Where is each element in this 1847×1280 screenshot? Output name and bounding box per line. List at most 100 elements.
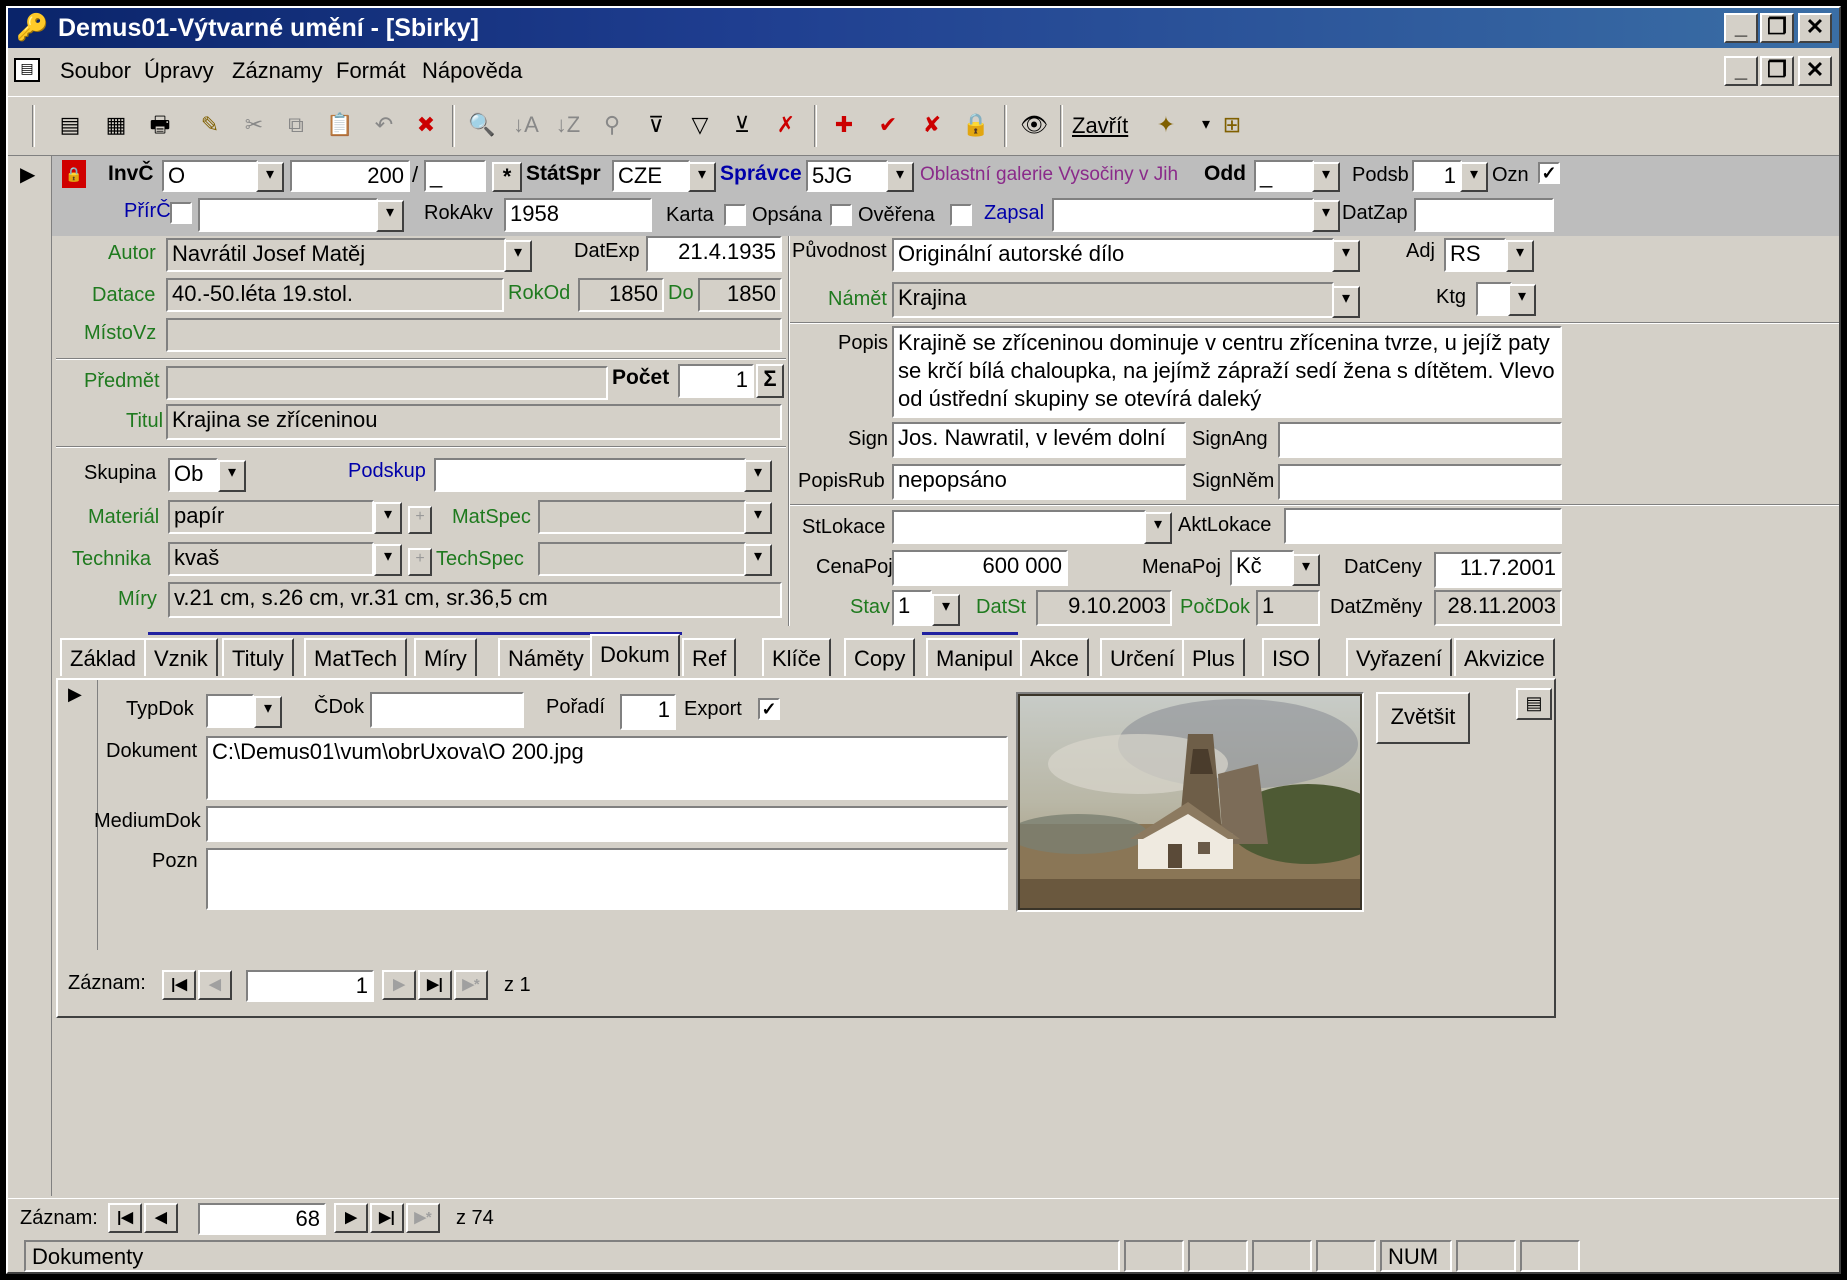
tab-akvizice[interactable]: Akvizice	[1454, 638, 1555, 676]
apply-filter-icon[interactable]: ▽	[682, 107, 718, 143]
tab-tituly[interactable]: Tituly	[222, 638, 294, 676]
close-form-button[interactable]: Zavřít	[1072, 113, 1128, 139]
pocdok-field[interactable]: 1	[1256, 590, 1320, 626]
tab-urceni[interactable]: Určení	[1100, 638, 1185, 676]
form-view-icon[interactable]: ▤	[52, 107, 88, 143]
datzap-field[interactable]	[1414, 198, 1554, 232]
typdok-dropdown[interactable]: ▾	[254, 696, 282, 728]
datexp-field[interactable]: 21.4.1935	[646, 236, 782, 272]
poradi-field[interactable]: 1	[620, 694, 676, 730]
odd-dropdown[interactable]: ▾	[1312, 162, 1340, 192]
child-close-button[interactable]: ✕	[1798, 56, 1832, 86]
filter-by-selection-icon[interactable]: ⚲	[594, 107, 630, 143]
form-icon[interactable]: ▤	[14, 58, 40, 82]
remove-filter-icon[interactable]: ✗	[768, 107, 804, 143]
tab-ref[interactable]: Ref	[682, 638, 737, 676]
mainnav-current-field[interactable]: 68	[198, 1203, 326, 1235]
mistovz-field[interactable]	[166, 318, 782, 352]
material-add-button[interactable]: +	[408, 506, 432, 534]
menapoj-field[interactable]: Kč	[1230, 550, 1294, 586]
popis-field[interactable]: Krajině se zříceninou dominuje v centru …	[892, 326, 1562, 418]
mainnav-next-button[interactable]: ▶	[334, 1203, 368, 1233]
technika-field[interactable]: kvaš	[168, 542, 374, 576]
pric-dropdown[interactable]: ▾	[376, 200, 404, 232]
namet-dropdown[interactable]: ▾	[1332, 286, 1360, 318]
invc-prefix-dropdown[interactable]: ▾	[256, 162, 284, 192]
stlokace-field[interactable]	[892, 510, 1146, 544]
puvodnost-dropdown[interactable]: ▾	[1332, 240, 1360, 272]
child-minimize-button[interactable]: _	[1724, 56, 1758, 86]
spravce-field[interactable]: 5JG	[806, 160, 888, 192]
print-icon[interactable]: 🖶	[142, 107, 178, 143]
aktlokace-field[interactable]	[1284, 508, 1562, 544]
advanced-filter-icon[interactable]: ⊻	[724, 107, 760, 143]
pric-checkbox[interactable]	[170, 202, 192, 224]
export-checkbox[interactable]: ✓	[758, 698, 780, 720]
ozn-checkbox[interactable]: ✓	[1538, 162, 1560, 184]
adj-field[interactable]: RS	[1444, 238, 1506, 272]
menu-format[interactable]: Formát	[336, 58, 406, 84]
do-field[interactable]: 1850	[698, 278, 782, 312]
tab-copy[interactable]: Copy	[844, 638, 916, 676]
new-object-icon[interactable]: ✦	[1148, 107, 1184, 143]
techspec-dropdown[interactable]: ▾	[744, 544, 772, 576]
datzmeny-field[interactable]: 28.11.2003	[1434, 590, 1562, 626]
delete-record-icon[interactable]: ✖	[408, 107, 444, 143]
techspec-field[interactable]	[538, 542, 746, 576]
stav-field[interactable]: 1	[892, 590, 932, 626]
zapsal-dropdown[interactable]: ▾	[1312, 200, 1340, 232]
predmet-field[interactable]	[166, 366, 608, 400]
datceny-field[interactable]: 11.7.2001	[1434, 552, 1562, 588]
mainnav-last-button[interactable]: ▶|	[370, 1203, 404, 1233]
invc-suffix-field[interactable]: _	[424, 160, 486, 192]
tab-iso[interactable]: ISO	[1262, 638, 1320, 676]
rokod-field[interactable]: 1850	[578, 278, 664, 312]
menapoj-dropdown[interactable]: ▾	[1292, 554, 1320, 586]
subform-record-selector[interactable]: ▶	[58, 680, 98, 950]
cenapoj-field[interactable]: 600 000	[892, 550, 1068, 586]
datasheet-view-icon[interactable]: ▦	[98, 107, 134, 143]
menu-soubor[interactable]: Soubor	[60, 58, 131, 84]
mainnav-new-button[interactable]: ▶*	[406, 1203, 440, 1233]
podsb-dropdown[interactable]: ▾	[1460, 162, 1488, 192]
odd-field[interactable]: _	[1254, 160, 1314, 192]
restore-button[interactable]: ❐	[1760, 13, 1794, 43]
find-icon[interactable]: 🔍	[464, 107, 500, 143]
rokakv-field[interactable]: 1958	[504, 198, 652, 232]
menu-napoveda[interactable]: Nápověda	[422, 58, 522, 84]
datace-field[interactable]: 40.-50.léta 19.stol.	[166, 278, 504, 312]
subnav-next-button[interactable]: ▶	[382, 970, 416, 1000]
sum-button[interactable]: Σ	[756, 364, 784, 398]
subnav-current-field[interactable]: 1	[246, 970, 374, 1002]
spell-check-icon[interactable]: ✎	[192, 107, 228, 143]
stav-dropdown[interactable]: ▾	[932, 594, 960, 626]
cdok-field[interactable]	[370, 692, 524, 728]
autor-dropdown[interactable]: ▾	[504, 240, 532, 272]
tab-miry[interactable]: Míry	[414, 638, 477, 676]
paste-icon[interactable]: 📋	[322, 107, 358, 143]
save-record-icon[interactable]: ✔	[870, 107, 906, 143]
star-button[interactable]: *	[492, 162, 522, 192]
record-selector[interactable]: ▶	[8, 156, 52, 1196]
filter-by-form-icon[interactable]: ⊽	[638, 107, 674, 143]
overena-checkbox[interactable]	[950, 204, 972, 226]
menu-upravy[interactable]: Úpravy	[144, 58, 214, 84]
technika-dropdown[interactable]: ▾	[374, 544, 402, 576]
subform-view-icon[interactable]: ▤	[1516, 688, 1552, 720]
invc-prefix-field[interactable]: O	[162, 160, 258, 192]
autor-field[interactable]: Navrátil Josef Matěj	[166, 238, 506, 272]
new-record-icon[interactable]: ✚	[826, 107, 862, 143]
tab-plus[interactable]: Plus	[1182, 638, 1245, 676]
zapsal-field[interactable]	[1052, 198, 1314, 232]
tab-dokum[interactable]: Dokum	[590, 634, 680, 676]
sign-field[interactable]: Jos. Nawratil, v levém dolní	[892, 422, 1186, 458]
undo-icon[interactable]: ↶	[366, 107, 402, 143]
sort-descending-icon[interactable]: ↓Z	[550, 107, 586, 143]
podsb-field[interactable]: 1	[1412, 160, 1462, 192]
tab-namety[interactable]: Náměty	[498, 638, 594, 676]
pric-field[interactable]	[198, 198, 378, 232]
stlokace-dropdown[interactable]: ▾	[1144, 512, 1172, 544]
popisrub-field[interactable]: nepopsáno	[892, 464, 1186, 500]
pocet-field[interactable]: 1	[678, 364, 754, 398]
statspr-dropdown[interactable]: ▾	[688, 162, 716, 192]
